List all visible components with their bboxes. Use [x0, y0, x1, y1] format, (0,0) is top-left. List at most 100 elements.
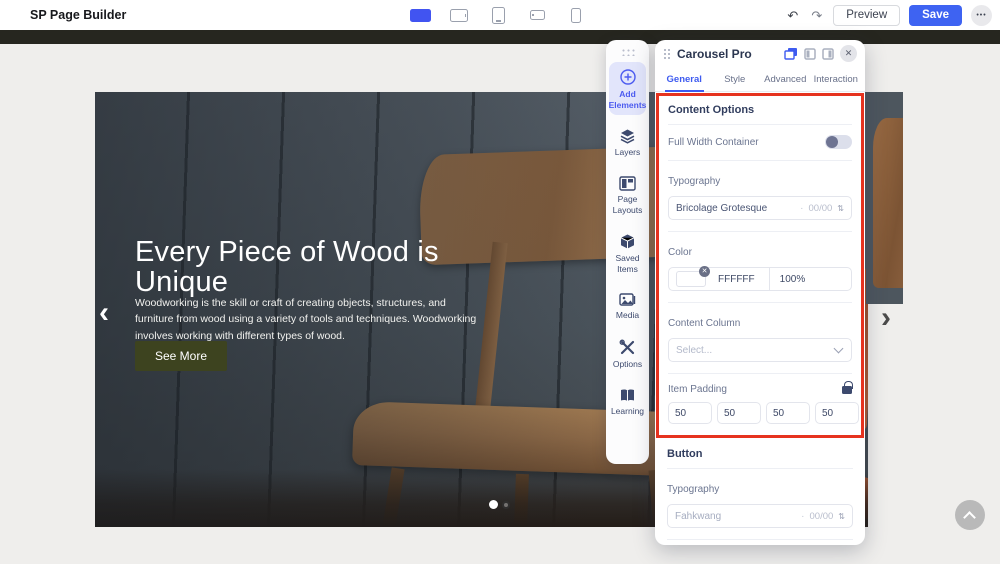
- panel-title: Carousel Pro: [677, 47, 752, 61]
- dock-left-icon[interactable]: [804, 48, 816, 60]
- color-opacity-value: 100%: [780, 274, 806, 285]
- content-column-select[interactable]: Select...: [668, 338, 852, 362]
- toolbar-item-layers[interactable]: Layers: [609, 122, 646, 163]
- save-button[interactable]: Save: [909, 5, 962, 26]
- content-column-label: Content Column: [668, 318, 740, 329]
- panel-header: Carousel Pro ✕: [655, 40, 865, 67]
- toolbar-item-label: Options: [613, 359, 642, 370]
- full-width-container-toggle[interactable]: [825, 135, 852, 149]
- toolbar-item-add-elements[interactable]: Add Elements: [609, 62, 646, 115]
- carousel-dots: [489, 500, 510, 509]
- padding-bottom-input[interactable]: [766, 402, 810, 424]
- content-column-placeholder: Select...: [676, 345, 829, 356]
- settings-panel: Carousel Pro ✕ General Style Advanced In…: [655, 40, 865, 545]
- preview-button[interactable]: Preview: [833, 5, 900, 26]
- image-icon: [619, 292, 636, 307]
- color-field[interactable]: ✕ FFFFFF 100%: [668, 267, 852, 291]
- panel-drag-handle[interactable]: [663, 48, 670, 59]
- chevron-up-icon: [963, 511, 976, 524]
- toolbar-item-page-layouts[interactable]: Page Layouts: [609, 170, 646, 220]
- duplicate-panel-icon[interactable]: [784, 47, 798, 60]
- desktop-device-icon[interactable]: [408, 4, 432, 26]
- item-padding-label: Item Padding: [668, 384, 727, 395]
- color-swatch[interactable]: ✕: [676, 271, 706, 287]
- hero-description: Woodworking is the skill or craft of cre…: [135, 295, 487, 344]
- more-options-button[interactable]: •••: [971, 5, 992, 26]
- content-column-row: Content Column Select...: [668, 303, 852, 374]
- toolbar-item-label: Learning: [611, 406, 644, 417]
- tab-interaction[interactable]: Interaction: [811, 67, 862, 91]
- button-typography-row: Typography Fahkwang · 00/00 ⇅: [667, 469, 853, 540]
- device-preview-switcher: [408, 0, 588, 30]
- button-heading: Button: [667, 448, 853, 469]
- typography-edit-icon[interactable]: ⇅: [838, 512, 845, 521]
- app-title: SP Page Builder: [30, 8, 126, 22]
- carousel-next-icon[interactable]: ›: [881, 303, 891, 333]
- button-typography-field[interactable]: Fahkwang · 00/00 ⇅: [667, 504, 853, 528]
- tablet-landscape-device-icon[interactable]: [447, 4, 471, 26]
- toolbar-item-label: Saved Items: [610, 253, 645, 274]
- button-style-row: Style Custom ✕: [667, 540, 853, 545]
- redo-icon[interactable]: ↷: [809, 7, 824, 24]
- color-row: Color ✕ FFFFFF 100%: [668, 232, 852, 303]
- toolbar-item-label: Page Layouts: [610, 194, 645, 215]
- clear-color-icon[interactable]: ✕: [699, 266, 710, 277]
- see-more-button[interactable]: See More: [135, 341, 227, 371]
- color-label: Color: [668, 247, 692, 258]
- color-hex-value: FFFFFF: [718, 274, 755, 285]
- carousel-next-slide-peek: [866, 92, 903, 304]
- content-options-highlighted-group: Content Options Full Width Container Typ…: [656, 93, 864, 438]
- content-options-heading: Content Options: [668, 104, 852, 125]
- builder-toolbar: Add Elements Layers Page Layouts Saved I…: [606, 40, 649, 464]
- field-divider: [769, 267, 770, 291]
- tab-style[interactable]: Style: [710, 67, 761, 91]
- toolbar-item-options[interactable]: Options: [609, 333, 646, 375]
- page-layout-icon: [619, 176, 636, 191]
- peek-chair-back: [873, 118, 903, 288]
- toolbar-item-label: Add Elements: [609, 89, 647, 110]
- padding-left-input[interactable]: [815, 402, 859, 424]
- panel-tabs: General Style Advanced Interaction: [655, 67, 865, 92]
- layers-icon: [619, 128, 636, 144]
- carousel-dot-inactive[interactable]: [502, 501, 510, 509]
- typography-row: Typography Bricolage Grotesque · 00/00 ⇅: [668, 161, 852, 232]
- toolbar-drag-handle[interactable]: [621, 48, 635, 56]
- dock-right-icon[interactable]: [822, 48, 834, 60]
- carousel-prev-icon[interactable]: ‹: [99, 298, 109, 328]
- toolbar-item-label: Media: [616, 310, 639, 321]
- toolbar-item-label: Layers: [615, 147, 641, 158]
- book-icon: [619, 388, 636, 403]
- toolbar-item-media[interactable]: Media: [609, 286, 646, 326]
- item-padding-row: Item Padding: [668, 374, 852, 426]
- full-width-container-row: Full Width Container: [668, 125, 852, 161]
- tablet-portrait-device-icon[interactable]: [486, 4, 510, 26]
- chevron-down-icon: [834, 344, 844, 354]
- padding-top-input[interactable]: [668, 402, 712, 424]
- button-weight-value: 00/00: [810, 511, 834, 522]
- top-toolbar: SP Page Builder ↶ ↷ Preview Save •••: [0, 0, 1000, 30]
- tab-general[interactable]: General: [659, 67, 710, 91]
- carousel-dot-active[interactable]: [489, 500, 498, 509]
- close-icon[interactable]: ✕: [840, 45, 857, 62]
- mobile-portrait-device-icon[interactable]: [564, 4, 588, 26]
- tools-icon: [619, 339, 636, 356]
- button-typography-label: Typography: [667, 484, 719, 495]
- typography-separator: ·: [800, 203, 803, 214]
- typography-label: Typography: [668, 176, 720, 187]
- full-width-container-label: Full Width Container: [668, 137, 759, 148]
- typography-weight-value: 00/00: [809, 203, 833, 214]
- cube-icon: [619, 233, 636, 250]
- button-section: Button Typography Fahkwang · 00/00 ⇅ Sty…: [655, 438, 865, 545]
- padding-right-input[interactable]: [717, 402, 761, 424]
- lock-icon[interactable]: [842, 386, 852, 394]
- tab-advanced[interactable]: Advanced: [760, 67, 811, 91]
- button-font-value: Fahkwang: [675, 511, 796, 522]
- scroll-to-top-button[interactable]: [955, 500, 985, 530]
- typography-font-field[interactable]: Bricolage Grotesque · 00/00 ⇅: [668, 196, 852, 220]
- toolbar-item-saved-items[interactable]: Saved Items: [609, 227, 646, 279]
- toolbar-item-learning[interactable]: Learning: [609, 382, 646, 422]
- undo-icon[interactable]: ↶: [785, 7, 800, 24]
- mobile-landscape-device-icon[interactable]: [525, 4, 549, 26]
- typography-separator: ·: [801, 511, 804, 522]
- typography-edit-icon[interactable]: ⇅: [837, 204, 844, 213]
